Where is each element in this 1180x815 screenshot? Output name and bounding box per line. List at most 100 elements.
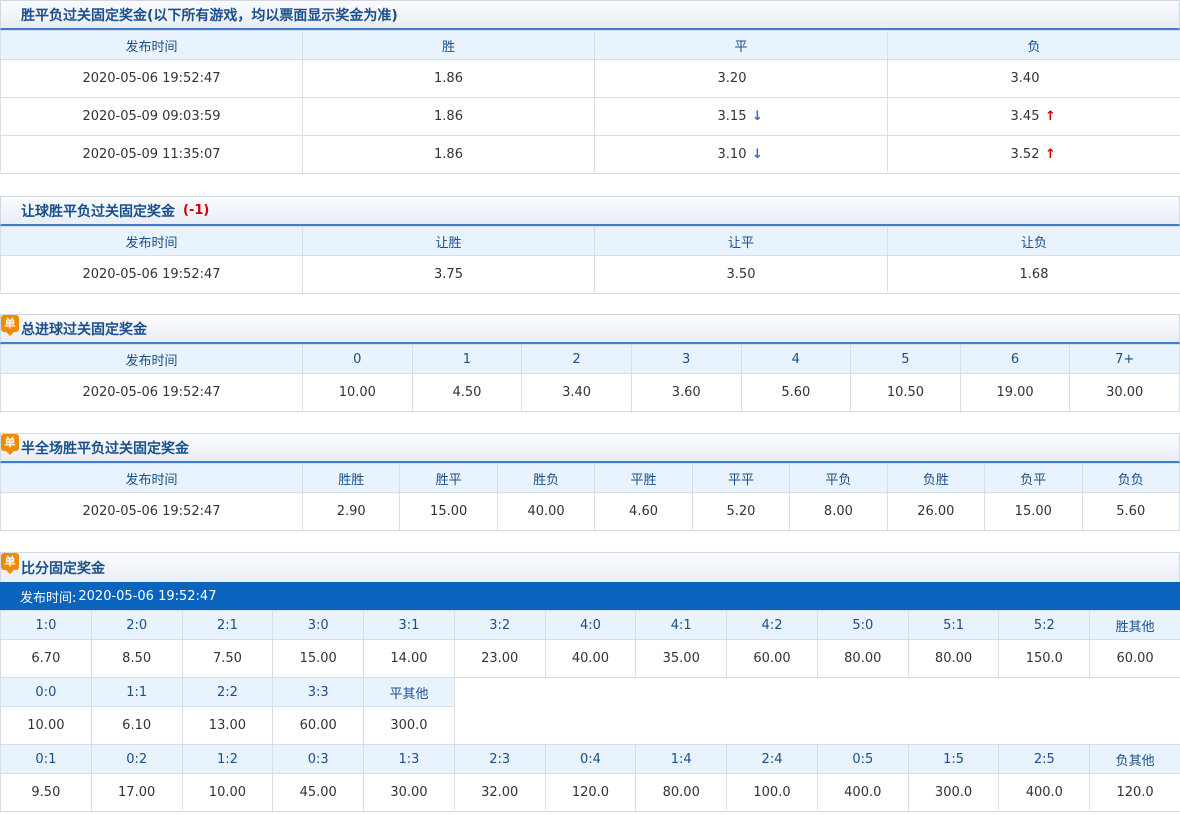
empty-cell <box>454 677 546 707</box>
table-row: 9.50 17.00 10.00 45.00 30.00 32.00 120.0 80.00 1… <box>0 773 1180 812</box>
draw-header-row: 0:0 1:1 2:2 3:3 平其他 <box>0 677 1180 707</box>
table-row: 2020-05-06 19:52:47 3.75 3.50 1.68 <box>0 255 1180 294</box>
empty-cell <box>545 677 636 707</box>
score-header: 1:2 <box>181 744 274 774</box>
score-header: 3:3 <box>272 677 365 707</box>
score-header: 1:4 <box>635 744 728 774</box>
score-odds: 7.50 <box>181 639 274 678</box>
table-row: 10.00 6.10 13.00 60.00 300.0 <box>0 706 1180 745</box>
table-row: 2020-05-09 11:35:07 1.86 3.10 ↓ 3.52 ↑ <box>0 135 1180 174</box>
score-header: 2:0 <box>90 610 183 640</box>
score-odds: 10.00 <box>181 773 274 812</box>
empty-cell <box>998 706 1090 745</box>
score-odds: 80.00 <box>635 773 728 812</box>
score-header: 3:2 <box>453 610 546 640</box>
score-odds: 80.00 <box>816 639 909 678</box>
score-header: 胜其他 <box>1089 610 1180 640</box>
score-odds: 9.50 <box>0 773 92 812</box>
score-odds: 45.00 <box>272 773 365 812</box>
header-win: 胜 <box>302 30 595 60</box>
empty-cell <box>1089 677 1180 707</box>
handicap-value: (-1) <box>183 203 210 218</box>
score-odds: 80.00 <box>907 639 1000 678</box>
empty-cell <box>998 677 1090 707</box>
score-header: 平其他 <box>363 677 455 707</box>
score-header: 1:1 <box>90 677 183 707</box>
score-odds: 8.50 <box>90 639 183 678</box>
table-row: 6.70 8.50 7.50 15.00 14.00 23.00 40.00 35.00 60.… <box>0 639 1180 678</box>
score-odds: 60.00 <box>1089 639 1180 678</box>
section-title: 让球胜平负过关固定奖金 (-1) <box>0 196 1180 226</box>
score-odds: 23.00 <box>453 639 546 678</box>
score-odds: 10.00 <box>0 706 92 745</box>
header-lose: 负 <box>887 30 1180 60</box>
section-correct-score: 单 比分固定奖金 发布时间: 2020-05-06 19:52:47 1:0 2:0… <box>0 552 1180 812</box>
table-row: 2020-05-06 19:52:47 2.90 15.00 40.00 4.6… <box>0 492 1180 531</box>
handicap-table: 发布时间 让胜 让平 让负 2020-05-06 19:52:47 3.75 3… <box>0 226 1180 294</box>
section-half-full: 单 半全场胜平负过关固定奖金 发布时间 胜胜 胜平 胜负 平胜 平平 平负 负胜… <box>0 433 1180 531</box>
single-badge-icon: 单 <box>1 434 19 455</box>
lose-header-row: 0:1 0:2 1:2 0:3 1:3 2:3 0:4 1:4 2:4 0:5 1:5 2:5 负其他 <box>0 744 1180 774</box>
score-header: 4:0 <box>544 610 637 640</box>
down-arrow-icon: ↓ <box>752 109 763 124</box>
score-header: 1:5 <box>907 744 1000 774</box>
score-header: 2:2 <box>181 677 274 707</box>
score-header: 负其他 <box>1089 744 1180 774</box>
empty-cell <box>908 706 999 745</box>
score-odds: 60.00 <box>272 706 365 745</box>
score-odds: 6.70 <box>0 639 92 678</box>
section-handicap: 让球胜平负过关固定奖金 (-1) 发布时间 让胜 让平 让负 2020-05-06… <box>0 196 1180 294</box>
empty-cell <box>635 706 727 745</box>
score-header: 2:3 <box>453 744 546 774</box>
score-header: 3:1 <box>363 610 455 640</box>
score-header: 0:4 <box>544 744 637 774</box>
half-full-table: 发布时间 胜胜 胜平 胜负 平胜 平平 平负 负胜 负平 负负 2020-05-… <box>0 463 1180 531</box>
score-header: 2:1 <box>181 610 274 640</box>
score-header: 0:2 <box>90 744 183 774</box>
score-header: 5:1 <box>907 610 1000 640</box>
score-odds: 30.00 <box>363 773 455 812</box>
header-draw: 平 <box>594 30 888 60</box>
score-odds: 14.00 <box>363 639 455 678</box>
empty-cell <box>1089 706 1180 745</box>
single-badge-icon: 单 <box>1 315 19 336</box>
empty-cell <box>817 677 909 707</box>
score-header: 0:0 <box>0 677 92 707</box>
section-title: 单 半全场胜平负过关固定奖金 <box>0 433 1180 463</box>
total-goals-table: 发布时间 0 1 2 3 4 5 6 7+ 2020-05-06 19:52:4… <box>0 344 1180 412</box>
score-header: 2:5 <box>998 744 1091 774</box>
score-header: 0:3 <box>272 744 365 774</box>
down-arrow-icon: ↓ <box>752 147 763 162</box>
header-time: 发布时间 <box>0 30 303 60</box>
score-odds: 35.00 <box>635 639 728 678</box>
empty-cell <box>635 677 727 707</box>
empty-cell <box>817 706 909 745</box>
score-header: 5:0 <box>816 610 909 640</box>
score-header: 2:4 <box>726 744 818 774</box>
score-header: 1:0 <box>0 610 92 640</box>
empty-cell <box>726 677 818 707</box>
table-row: 2020-05-09 09:03:59 1.86 3.15 ↓ 3.45 ↑ <box>0 97 1180 136</box>
score-odds: 120.0 <box>1089 773 1180 812</box>
section-title: 单 总进球过关固定奖金 <box>0 314 1180 344</box>
table-row: 2020-05-06 19:52:47 1.86 3.20 3.40 <box>0 59 1180 98</box>
single-badge-icon: 单 <box>1 553 19 574</box>
score-odds: 40.00 <box>544 639 637 678</box>
publish-time-bar: 发布时间: 2020-05-06 19:52:47 <box>0 582 1180 610</box>
score-odds: 15.00 <box>272 639 365 678</box>
score-header: 4:1 <box>635 610 728 640</box>
up-arrow-icon: ↑ <box>1045 147 1056 162</box>
score-odds: 13.00 <box>181 706 274 745</box>
up-arrow-icon: ↑ <box>1045 109 1056 124</box>
wdl-table: 发布时间 胜 平 负 2020-05-06 19:52:47 1.86 3.20… <box>0 30 1180 174</box>
section-title: 单 比分固定奖金 <box>0 552 1180 582</box>
score-odds: 60.00 <box>726 639 818 678</box>
score-header: 1:3 <box>363 744 455 774</box>
score-odds: 400.0 <box>998 773 1091 812</box>
score-header: 0:1 <box>0 744 92 774</box>
score-header: 0:5 <box>816 744 909 774</box>
score-odds: 150.0 <box>998 639 1091 678</box>
empty-cell <box>545 706 636 745</box>
score-odds: 6.10 <box>90 706 183 745</box>
section-wdl: 胜平负过关固定奖金(以下所有游戏，均以票面显示奖金为准) 发布时间 胜 平 负 … <box>0 0 1180 174</box>
